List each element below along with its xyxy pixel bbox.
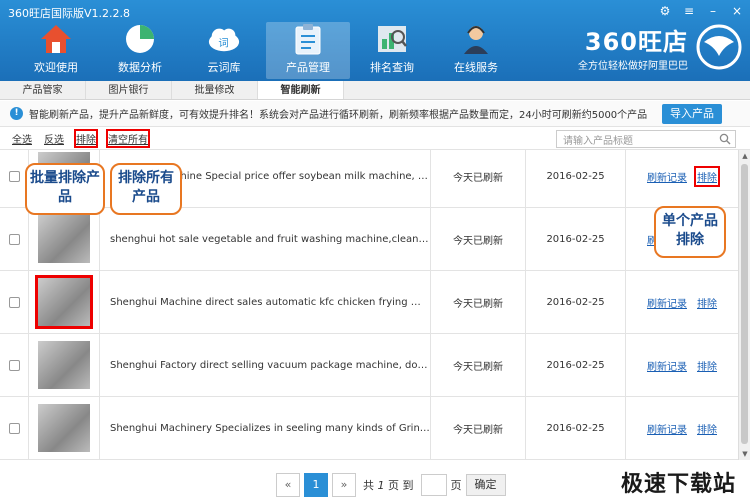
- product-thumbnail: [38, 341, 90, 389]
- table-scrollbar[interactable]: ▲ ▼: [738, 150, 750, 460]
- refresh-log-link[interactable]: 刷新记录: [647, 358, 687, 373]
- minimize-icon[interactable]: –: [706, 4, 720, 18]
- ranking-icon: [375, 22, 409, 56]
- brand-logo: 360旺店 全方位轻松做好阿里巴巴: [578, 22, 742, 72]
- refresh-status: 今天已刷新: [430, 271, 525, 333]
- refresh-date: 2016-02-25: [525, 150, 625, 207]
- pie-chart-icon: [123, 22, 157, 56]
- pagination: « 1 » 共 1 页 到 页 确定: [276, 473, 506, 497]
- nav-cloud-words[interactable]: 词 云词库: [182, 22, 266, 79]
- nav-online-service[interactable]: 在线服务: [434, 22, 518, 79]
- tab-batch-edit[interactable]: 批量修改: [172, 81, 258, 99]
- product-thumbnail: [38, 215, 90, 263]
- batch-exclude-link[interactable]: 排除: [74, 129, 98, 148]
- refresh-log-link[interactable]: 刷新记录: [647, 295, 687, 310]
- row-checkbox[interactable]: [8, 233, 20, 245]
- sub-tab-bar: 产品管家 图片银行 批量修改 智能刷新: [0, 81, 750, 100]
- callout-clear-all: 排除所有产品: [110, 163, 182, 215]
- product-title[interactable]: Shenghui Machine direct sales automatic …: [100, 297, 430, 308]
- refresh-status: 今天已刷新: [430, 150, 525, 207]
- app-header: 360旺店国际版V1.2.2.8 ⚙ ≡ – × 欢迎使用 数据分析 词 云词库: [0, 0, 750, 81]
- product-thumbnail: [38, 404, 90, 452]
- exclude-link[interactable]: 排除: [697, 421, 717, 436]
- window-title: 360旺店国际版V1.2.2.8: [8, 7, 131, 20]
- product-title[interactable]: shenghui hot sale vegetable and fruit wa…: [100, 234, 430, 245]
- globe-logo-icon: [696, 24, 742, 70]
- home-icon: [39, 22, 73, 56]
- total-pages-label: 共 1 页 到: [363, 479, 414, 492]
- page-jump-input[interactable]: [420, 474, 447, 496]
- page-jump-ok-button[interactable]: 确定: [465, 474, 506, 496]
- nav-product-management[interactable]: 产品管理: [266, 22, 350, 79]
- info-icon: !: [10, 107, 23, 120]
- scroll-thumb[interactable]: [741, 164, 748, 444]
- tab-image-bank[interactable]: 图片银行: [86, 81, 172, 99]
- window-controls: ⚙ ≡ – ×: [658, 4, 744, 18]
- nav-analytics[interactable]: 数据分析: [98, 22, 182, 79]
- cloud-words-icon: 词: [207, 22, 241, 56]
- scroll-down-icon[interactable]: ▼: [741, 450, 749, 458]
- exclude-link[interactable]: 排除: [697, 295, 717, 310]
- menu-icon[interactable]: ≡: [682, 4, 696, 18]
- page-1-button[interactable]: 1: [304, 473, 328, 497]
- notice-bar: ! 智能刷新产品，提升产品新鲜度，可有效提升排名！系统会对产品进行循环刷新，刷新…: [0, 101, 750, 127]
- refresh-date: 2016-02-25: [525, 334, 625, 396]
- row-checkbox[interactable]: [8, 170, 20, 182]
- next-page-button[interactable]: »: [332, 473, 356, 497]
- list-toolbar: 全选 反选 排除 清空所有 请输入产品标题: [0, 128, 750, 150]
- clipboard-icon: [291, 22, 325, 56]
- row-checkbox[interactable]: [8, 359, 20, 371]
- prev-page-button[interactable]: «: [276, 473, 300, 497]
- logo-slogan: 全方位轻松做好阿里巴巴: [578, 61, 688, 72]
- support-agent-icon: [459, 22, 493, 56]
- invert-selection-link[interactable]: 反选: [44, 131, 64, 146]
- table-row: Shenghui Factory direct selling vacuum p…: [0, 334, 738, 397]
- exclude-link[interactable]: 排除: [697, 358, 717, 373]
- refresh-status: 今天已刷新: [430, 397, 525, 459]
- nav-ranking[interactable]: 排名查询: [350, 22, 434, 79]
- row-checkbox[interactable]: [8, 296, 20, 308]
- tab-product-manager[interactable]: 产品管家: [0, 81, 86, 99]
- product-title[interactable]: Shenghui Factory direct selling vacuum p…: [100, 360, 430, 371]
- refresh-log-link[interactable]: 刷新记录: [647, 169, 687, 184]
- settings-icon[interactable]: ⚙: [658, 4, 672, 18]
- select-all-link[interactable]: 全选: [12, 131, 32, 146]
- callout-single-exclude: 单个产品排除: [654, 206, 726, 258]
- clear-all-link[interactable]: 清空所有: [106, 129, 150, 148]
- refresh-status: 今天已刷新: [430, 334, 525, 396]
- logo-title: 360旺店: [584, 28, 688, 56]
- table-row: Shenghui Machinery Specializes in seelin…: [0, 397, 738, 460]
- main-nav: 欢迎使用 数据分析 词 云词库 产品管理 排名查询 在线服务: [14, 22, 518, 79]
- watermark: 极速下载站: [620, 472, 736, 497]
- product-title[interactable]: Shenghui Machinery Specializes in seelin…: [100, 423, 430, 434]
- product-thumbnail: [35, 275, 93, 329]
- close-icon[interactable]: ×: [730, 4, 744, 18]
- row-checkbox[interactable]: [8, 422, 20, 434]
- tab-smart-refresh[interactable]: 智能刷新: [258, 81, 344, 99]
- nav-welcome[interactable]: 欢迎使用: [14, 22, 98, 79]
- page-suffix-label: 页: [450, 479, 462, 492]
- callout-batch-exclude: 批量排除产品: [25, 163, 105, 215]
- refresh-date: 2016-02-25: [525, 208, 625, 270]
- refresh-date: 2016-02-25: [525, 271, 625, 333]
- refresh-date: 2016-02-25: [525, 397, 625, 459]
- exclude-link[interactable]: 排除: [694, 165, 720, 187]
- table-row: Shenghui Machine direct sales automatic …: [0, 271, 738, 334]
- table-row: shenghui hot sale vegetable and fruit wa…: [0, 208, 738, 271]
- notice-text: 智能刷新产品，提升产品新鲜度，可有效提升排名！系统会对产品进行循环刷新，刷新频率…: [29, 110, 648, 121]
- search-icon[interactable]: [719, 133, 731, 145]
- search-input[interactable]: 请输入产品标题: [556, 130, 736, 148]
- refresh-log-link[interactable]: 刷新记录: [647, 421, 687, 436]
- scroll-up-icon[interactable]: ▲: [741, 152, 749, 160]
- import-products-button[interactable]: 导入产品: [662, 104, 722, 124]
- svg-text:词: 词: [218, 38, 228, 50]
- refresh-status: 今天已刷新: [430, 208, 525, 270]
